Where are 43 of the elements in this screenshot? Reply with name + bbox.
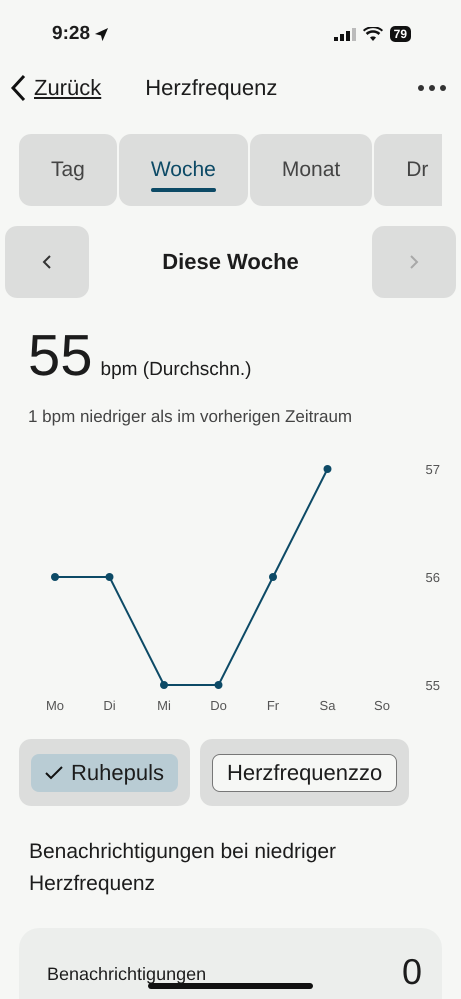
period-tab[interactable]: Dr [374, 134, 442, 206]
axis-label: Sa [320, 698, 336, 713]
wifi-icon [362, 27, 383, 41]
data-point [51, 573, 59, 581]
average-unit: bpm (Durchschn.) [100, 359, 252, 381]
period-label: Diese Woche [162, 249, 299, 275]
filter-chip[interactable]: Ruhepuls [31, 754, 178, 792]
section-heading: Benachrichtigungen bei niedriger Herzfrequenz [29, 839, 338, 897]
period-tab[interactable]: Monat [250, 134, 372, 206]
more-icon[interactable] [417, 84, 447, 92]
battery-icon: 79 [390, 26, 411, 42]
period-tab[interactable]: Tag [19, 134, 117, 206]
previous-button[interactable] [5, 226, 89, 298]
axis-label: Do [210, 698, 227, 713]
axis-label: Fr [266, 698, 280, 713]
period-tab[interactable]: Woche [118, 134, 248, 206]
axis-label: 55 [426, 678, 440, 693]
axis-label: 56 [426, 570, 440, 585]
card-value: 0 [402, 954, 422, 990]
data-point [160, 681, 168, 689]
average-value: 55 [28, 322, 93, 389]
data-point [214, 681, 222, 689]
data-point [269, 573, 277, 581]
location-arrow-icon [94, 26, 110, 42]
axis-label: Mi [157, 698, 171, 713]
signal-icon [334, 28, 356, 40]
chevron-right-icon [408, 254, 419, 270]
data-point [106, 573, 114, 581]
axis-label: Mo [46, 698, 64, 713]
comparison-text: 1 bpm niedriger als im vorherigen Zeitraum [28, 407, 354, 427]
axis-label: So [374, 698, 390, 713]
page-title: Herzfrequenz [145, 75, 278, 101]
card-label: Benachrichtigungen [47, 964, 206, 984]
axis-label: 57 [426, 462, 440, 477]
check-icon [45, 766, 63, 780]
data-point [324, 465, 332, 473]
filter-chip[interactable]: Herzfrequenzzo [212, 754, 398, 792]
chevron-left-icon [42, 254, 52, 270]
status-time: 9:28 [52, 23, 110, 45]
notification-card[interactable]: Benachrichtigungen 0 [19, 928, 442, 999]
axis-label: Di [103, 698, 116, 713]
chevron-left-icon [10, 74, 26, 102]
back-link[interactable]: Zurück [10, 74, 102, 102]
